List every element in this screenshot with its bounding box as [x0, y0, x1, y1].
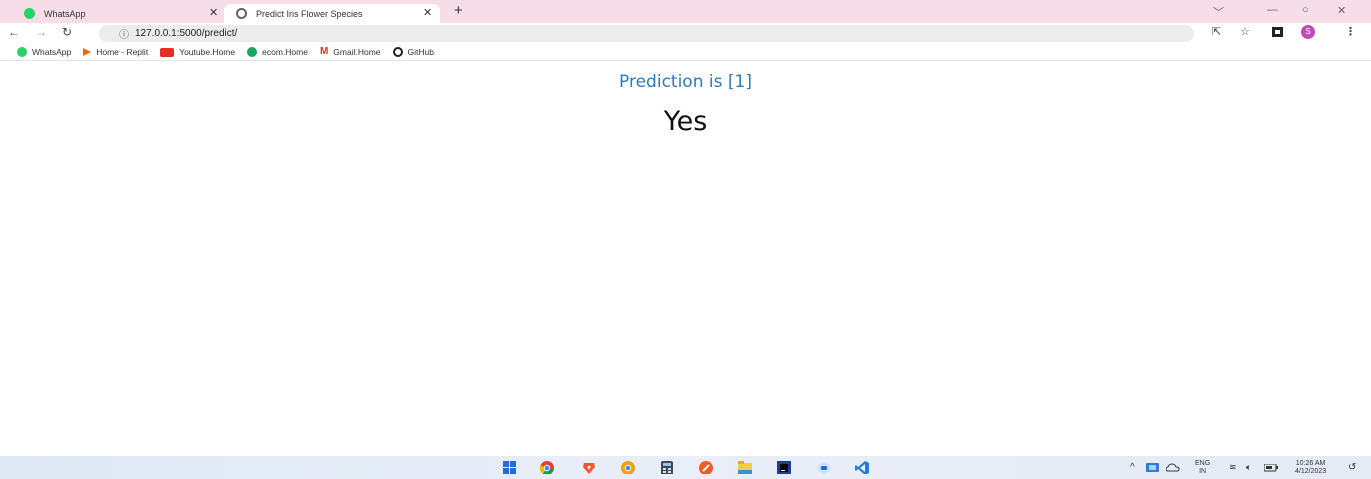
bookmarks-bar: WhatsApp Home - Replit Youtube.Home ecom… [0, 44, 1371, 61]
site-info-icon[interactable]: ⓘ [119, 26, 129, 41]
bookmark-gmail[interactable]: M Gmail.Home [319, 46, 381, 58]
clock-time: 10:26 AM [1295, 460, 1326, 467]
notification-icon[interactable]: ↺ [1348, 462, 1356, 473]
tab-predict-iris[interactable]: Predict Iris Flower Species ✕ [224, 4, 440, 23]
region-code: IN [1199, 468, 1207, 475]
back-icon[interactable]: ← [8, 25, 20, 39]
browser-tab-strip: WhatsApp ✕ Predict Iris Flower Species ✕… [0, 0, 1371, 23]
url-text: 127.0.0.1:5000/predict/ [135, 28, 238, 39]
chrome-icon[interactable] [540, 461, 554, 474]
globe-icon [236, 8, 247, 19]
prediction-result: Yes [663, 106, 708, 137]
tab-close-icon[interactable]: ✕ [423, 6, 432, 19]
clock[interactable]: 10:26 AM 4/12/2023 [1295, 460, 1326, 476]
browser-toolbar: ← → ↻ ⓘ 127.0.0.1:5000/predict/ ⇱ ☆ ⋮ [0, 23, 1371, 44]
tab-title: WhatsApp [44, 8, 86, 19]
ecom-icon [247, 47, 258, 57]
bookmark-github[interactable]: GitHub [392, 47, 434, 57]
phone-link-icon[interactable] [1146, 462, 1160, 475]
bookmark-label: ecom.Home [262, 47, 308, 57]
bookmark-label: GitHub [407, 47, 434, 57]
restore-icon[interactable]: ○ [1302, 4, 1309, 16]
bookmark-replit[interactable]: Home - Replit [83, 47, 148, 57]
chevron-up-icon[interactable]: ^ [1130, 462, 1135, 473]
github-icon [392, 47, 403, 57]
forward-icon[interactable]: → [35, 25, 47, 39]
vscode-icon[interactable] [855, 461, 869, 474]
whatsapp-icon [17, 47, 27, 57]
tab-search-icon[interactable]: ﹀ [1213, 4, 1224, 20]
replit-icon [83, 48, 92, 56]
wifi-icon[interactable]: ≋ [1229, 462, 1237, 473]
pycharm-icon[interactable] [777, 461, 791, 474]
calculator-icon[interactable] [660, 461, 674, 474]
language-indicator[interactable]: ENG IN [1195, 460, 1210, 476]
tab-whatsapp[interactable]: WhatsApp ✕ [10, 4, 222, 23]
new-tab-button[interactable]: + [454, 2, 463, 19]
onedrive-icon[interactable] [1166, 463, 1180, 476]
page-content: Prediction is [1] Yes [0, 62, 1371, 456]
minimize-icon[interactable]: — [1267, 4, 1278, 16]
youtube-icon [160, 47, 175, 57]
side-panel-icon[interactable] [1272, 27, 1283, 37]
menu-kebab-icon[interactable]: ⋮ [1345, 25, 1356, 38]
bookmark-youtube[interactable]: Youtube.Home [160, 47, 235, 57]
window-close-icon[interactable]: ✕ [1337, 4, 1346, 17]
prediction-heading: Prediction is [1] [619, 72, 752, 92]
volume-icon[interactable]: 🔈︎ [1246, 462, 1251, 473]
windows-taskbar: ^ ENG IN ≋ 🔈︎ 10:26 AM 4/12/2023 ↺ [0, 456, 1371, 479]
bookmark-star-icon[interactable]: ☆ [1240, 25, 1250, 38]
bookmark-label: Youtube.Home [179, 47, 236, 57]
tab-title: Predict Iris Flower Species [256, 8, 363, 19]
reload-icon[interactable]: ↻ [62, 25, 72, 39]
battery-icon[interactable] [1264, 464, 1278, 477]
bookmark-label: Gmail.Home [333, 47, 381, 57]
whatsapp-icon [24, 8, 35, 19]
postman-icon[interactable] [699, 461, 713, 474]
bookmark-label: WhatsApp [32, 47, 72, 57]
bookmark-whatsapp[interactable]: WhatsApp [17, 47, 71, 57]
clock-date: 4/12/2023 [1295, 468, 1327, 475]
profile-avatar[interactable]: S [1301, 25, 1315, 39]
messaging-icon[interactable] [817, 461, 831, 474]
share-icon[interactable]: ⇱ [1212, 25, 1221, 38]
windows-start-icon[interactable] [503, 461, 517, 474]
address-bar[interactable]: ⓘ 127.0.0.1:5000/predict/ [99, 25, 1194, 42]
bookmark-label: Home - Replit [96, 47, 149, 57]
chrome-canary-icon[interactable] [621, 461, 635, 474]
file-explorer-icon[interactable] [738, 461, 752, 474]
gmail-icon: M [319, 46, 329, 57]
brave-icon[interactable] [582, 461, 596, 474]
tab-close-icon[interactable]: ✕ [209, 6, 218, 19]
bookmark-ecom[interactable]: ecom.Home [247, 47, 308, 57]
language-code: ENG [1195, 460, 1211, 467]
